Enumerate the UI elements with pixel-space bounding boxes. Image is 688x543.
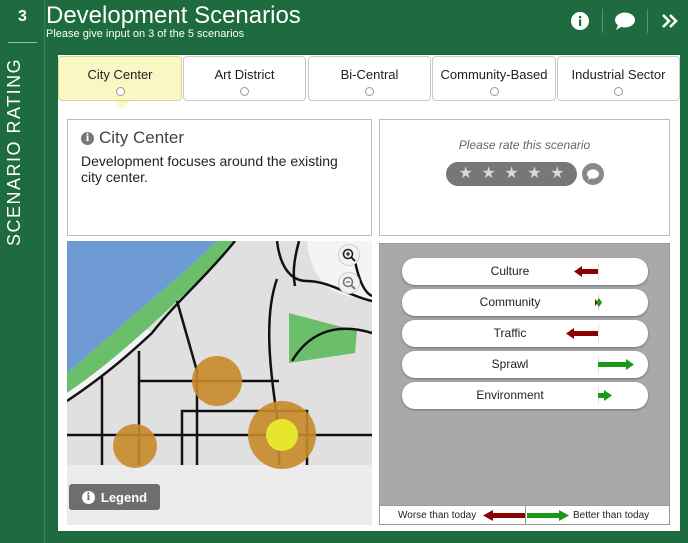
scale-better-label: Better than today — [573, 510, 650, 521]
info-icon[interactable] — [569, 10, 591, 32]
tab-label: Art District — [214, 67, 275, 82]
comment-icon[interactable] — [614, 10, 636, 32]
description-header: i City Center — [81, 128, 184, 148]
impact-arrow-shape — [598, 359, 634, 370]
legend-label: Legend — [100, 489, 148, 505]
comment-icon[interactable] — [582, 163, 604, 185]
rail-title: SCENARIO RATING — [4, 57, 24, 246]
legend-button[interactable]: i Legend — [69, 484, 160, 510]
star-icon[interactable]: ★ — [504, 166, 518, 182]
header-separator — [647, 9, 648, 33]
step-number: 3 — [18, 8, 27, 25]
star-rating: ★ ★ ★ ★ ★ — [446, 162, 577, 186]
scenario-tabs: City Center Art District Bi-Central Comm… — [58, 56, 680, 109]
impact-arrow-shape — [596, 298, 602, 307]
left-rail: 3 SCENARIO RATING — [0, 0, 45, 543]
impact-arrow-shape — [598, 390, 612, 401]
impact-row-sprawl: Sprawl — [402, 351, 648, 378]
tab-radio[interactable] — [365, 87, 374, 96]
tab-radio[interactable] — [115, 87, 125, 96]
impact-arrow — [598, 390, 612, 401]
tab-label: Industrial Sector — [571, 67, 666, 82]
star-icon[interactable]: ★ — [550, 166, 564, 182]
scale-worse-label: Worse than today — [398, 510, 477, 521]
impact-arrow — [574, 266, 598, 277]
chevron-double-right-icon[interactable] — [659, 10, 681, 32]
tab-label: Bi-Central — [340, 67, 399, 82]
impact-panel: Culture Community Traffic Sprawl Environ… — [379, 243, 670, 525]
impact-arrow — [598, 359, 634, 370]
zoom-out-icon[interactable] — [338, 272, 360, 294]
scenario-description: i City Center Development focuses around… — [67, 119, 372, 236]
star-icon[interactable]: ★ — [527, 166, 541, 182]
tab-community-based[interactable]: Community-Based — [432, 56, 556, 101]
description-text: Development focuses around the existing … — [81, 153, 338, 185]
page-title: Development Scenarios — [46, 2, 301, 29]
tab-label: Community-Based — [440, 67, 548, 82]
impact-row-culture: Culture — [402, 258, 648, 285]
tab-label: City Center — [87, 67, 153, 82]
impact-scale: Worse than today Better than today — [380, 505, 669, 524]
scale-arrows — [483, 510, 569, 521]
star-icon[interactable]: ★ — [481, 166, 495, 182]
page-subtitle: Please give input on 3 of the 5 scenario… — [46, 28, 245, 40]
rating-prompt: Please rate this scenario — [458, 138, 591, 152]
rating-panel: Please rate this scenario ★ ★ ★ ★ ★ — [379, 119, 670, 236]
tab-art-district[interactable]: Art District — [183, 56, 306, 101]
impact-arrow-shape — [574, 266, 598, 277]
tab-city-center[interactable]: City Center — [58, 56, 182, 109]
impact-arrow — [566, 328, 598, 339]
rail-divider — [8, 42, 37, 43]
info-icon: i — [81, 490, 95, 504]
info-icon: i — [81, 131, 94, 145]
active-tab-pointer — [114, 101, 130, 109]
impact-row-traffic: Traffic — [402, 320, 648, 347]
description-title: City Center — [99, 128, 185, 147]
tab-industrial-sector[interactable]: Industrial Sector — [557, 56, 680, 101]
impact-row-community: Community — [402, 289, 648, 316]
zoom-in-icon[interactable] — [338, 244, 360, 266]
header-separator — [602, 9, 603, 33]
star-icon[interactable]: ★ — [459, 166, 473, 182]
impact-arrow-shape — [566, 328, 598, 339]
tab-bi-central[interactable]: Bi-Central — [308, 56, 431, 101]
scenario-map[interactable]: i Legend — [67, 241, 372, 525]
impact-arrow — [595, 298, 602, 307]
tab-radio[interactable] — [240, 87, 249, 96]
map-graphic — [67, 241, 372, 469]
impact-row-environment: Environment — [402, 382, 648, 409]
scale-divider — [525, 506, 526, 524]
tab-radio[interactable] — [614, 87, 623, 96]
tab-radio[interactable] — [489, 87, 499, 96]
